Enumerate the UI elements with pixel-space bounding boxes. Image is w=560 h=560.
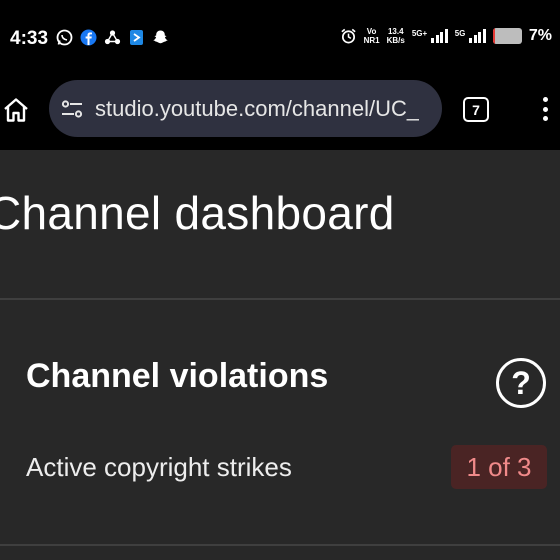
help-icon[interactable]: ? bbox=[496, 358, 546, 408]
snapchat-icon bbox=[152, 28, 169, 47]
volte-indicator: Vo NR1 bbox=[364, 27, 380, 45]
mesh-icon bbox=[104, 28, 121, 47]
signal-bars-icon bbox=[431, 28, 448, 43]
strikes-value: 1 of 3 bbox=[466, 451, 532, 482]
sim2-label: 5G bbox=[454, 28, 466, 38]
home-icon bbox=[4, 98, 28, 122]
browser-toolbar: studio.youtube.com/channel/UC_ 7 bbox=[0, 76, 560, 150]
signal-bars-icon bbox=[469, 28, 486, 43]
notification-icons bbox=[56, 28, 169, 47]
more-menu-button[interactable] bbox=[538, 94, 552, 124]
whatsapp-icon bbox=[56, 28, 73, 47]
system-status: Vo NR1 13.4 KB/s 5G+ 5G 7% bbox=[340, 26, 552, 45]
tab-switcher-button[interactable]: 7 bbox=[463, 97, 489, 122]
sim1-label: 5G+ bbox=[411, 28, 428, 38]
facebook-icon bbox=[80, 28, 97, 47]
status-bar: 4:33 Vo NR1 13.4 KB/s 5G+ 5G 7% bbox=[0, 0, 560, 76]
strikes-label: Active copyright strikes bbox=[26, 452, 292, 482]
volte-bottom: NR1 bbox=[363, 35, 380, 45]
url-bar[interactable]: studio.youtube.com/channel/UC_ bbox=[49, 80, 442, 137]
strikes-badge[interactable]: 1 of 3 bbox=[451, 445, 547, 489]
speed-unit: KB/s bbox=[386, 35, 405, 45]
page-content: Channel dashboard Channel violations ? A… bbox=[0, 150, 560, 560]
app-icon bbox=[128, 28, 145, 47]
network-speed: 13.4 KB/s bbox=[387, 27, 405, 45]
home-button[interactable] bbox=[2, 96, 30, 124]
card-title: Channel violations bbox=[26, 357, 329, 395]
divider bbox=[0, 544, 560, 546]
site-settings-icon[interactable] bbox=[59, 96, 85, 122]
battery-percent: 7% bbox=[528, 26, 552, 44]
sim2-signal: 5G bbox=[454, 28, 486, 43]
alarm-icon bbox=[340, 26, 357, 45]
battery-fill bbox=[492, 27, 495, 44]
page-title: Channel dashboard bbox=[0, 187, 395, 239]
battery-icon bbox=[492, 27, 522, 44]
speed-value: 13.4 bbox=[387, 26, 404, 36]
volte-top: Vo bbox=[366, 26, 377, 36]
tab-count: 7 bbox=[472, 101, 480, 118]
status-time: 4:33 bbox=[10, 28, 49, 49]
sim1-signal: 5G+ bbox=[411, 28, 448, 43]
divider bbox=[0, 298, 560, 300]
url-text[interactable]: studio.youtube.com/channel/UC_ bbox=[95, 96, 419, 122]
